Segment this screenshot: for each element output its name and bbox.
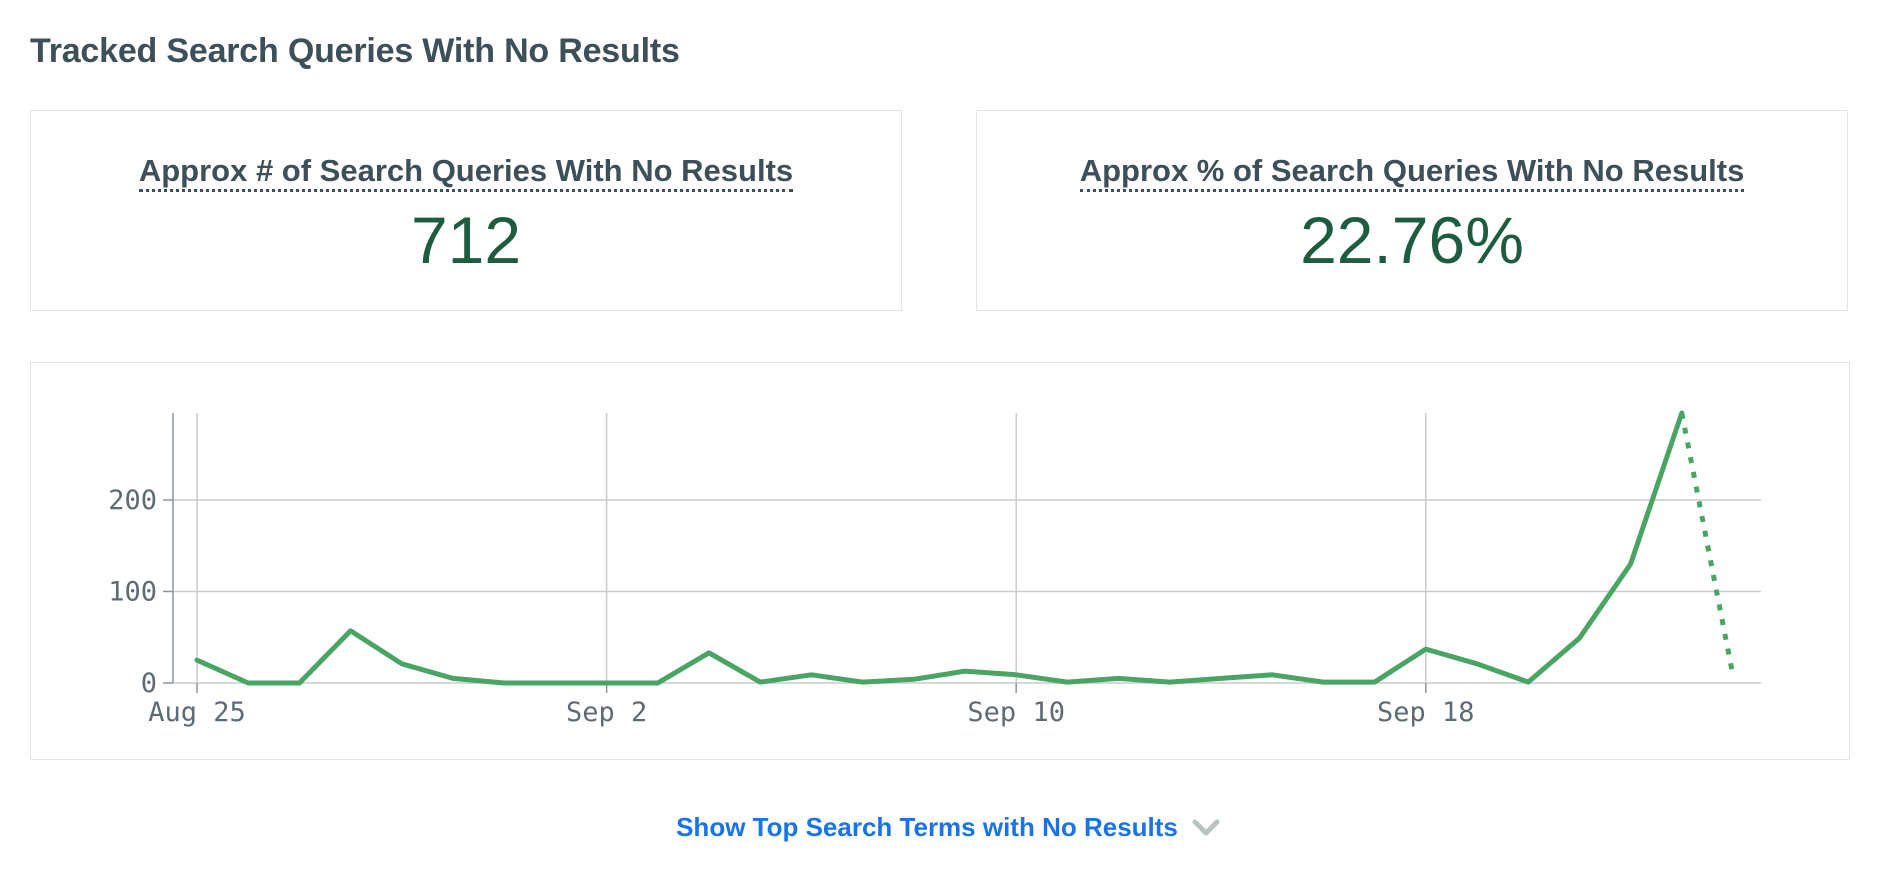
- show-top-search-terms-button[interactable]: Show Top Search Terms with No Results: [0, 812, 1896, 845]
- x-tick-label: Sep 2: [566, 697, 647, 728]
- percent-value: 22.76%: [1300, 203, 1524, 277]
- line-chart: 0 100 200 Aug 25 Sep 2 Sep 10 Sep 18: [108, 410, 1761, 728]
- x-tick-label: Sep 18: [1377, 697, 1475, 728]
- x-tick-label: Sep 10: [967, 697, 1065, 728]
- stat-card-count: Approx # of Search Queries With No Resul…: [30, 110, 902, 311]
- show-more-label: Show Top Search Terms with No Results: [676, 812, 1178, 842]
- series-line-projected: [1679, 412, 1736, 677]
- series-line: [194, 410, 1685, 686]
- percent-label[interactable]: Approx % of Search Queries With No Resul…: [1079, 153, 1745, 192]
- count-value: 712: [410, 203, 522, 277]
- y-tick-label: 0: [141, 668, 157, 699]
- x-tick-label: Aug 25: [148, 697, 246, 728]
- y-tick-label: 200: [108, 485, 157, 516]
- count-label[interactable]: Approx # of Search Queries With No Resul…: [138, 153, 794, 192]
- y-tick-label: 100: [108, 576, 157, 607]
- chart-card: 0 100 200 Aug 25 Sep 2 Sep 10 Sep 18: [30, 362, 1850, 760]
- page-title: Tracked Search Queries With No Results: [30, 32, 680, 70]
- page: Tracked Search Queries With No Results A…: [0, 0, 1896, 878]
- stat-card-percent: Approx % of Search Queries With No Resul…: [976, 110, 1848, 311]
- chevron-down-icon: [1192, 814, 1220, 845]
